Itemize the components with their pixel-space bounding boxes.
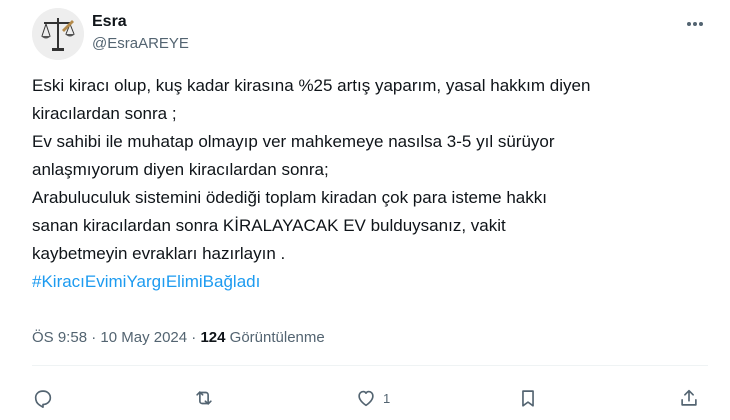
tweet-text: Eski kiracı olup, kuş kadar kirasına %25… [32, 72, 702, 296]
views-label: Görüntülenme [229, 329, 325, 346]
meta-separator: · [191, 329, 197, 346]
tweet-time[interactable]: ÖS 9:58 [32, 329, 87, 346]
action-bar: 1 [32, 380, 708, 416]
more-icon[interactable] [686, 14, 712, 34]
meta-separator: · [91, 329, 97, 346]
display-name[interactable]: Esra [92, 12, 189, 32]
tweet-line: sanan kiracılardan sonra KİRALAYACAK EV … [32, 216, 506, 235]
tweet-line: Eski kiracı olup, kuş kadar kirasına %25… [32, 76, 591, 95]
tweet-header: Esra @EsraAREYE [32, 8, 712, 64]
reply-button[interactable] [32, 380, 54, 416]
handle[interactable]: @EsraAREYE [92, 34, 189, 54]
retweet-button[interactable] [193, 380, 215, 416]
reply-icon [34, 390, 52, 408]
bookmark-icon [522, 390, 534, 407]
scales-of-justice-image [32, 8, 84, 60]
tweet-line: kiracılardan sonra ; [32, 104, 177, 123]
bookmark-button[interactable] [517, 380, 539, 416]
like-count: 1 [383, 390, 391, 406]
views-count: 124 [200, 329, 226, 346]
tweet-line: Ev sahibi ile muhatap olmayıp ver mahkem… [32, 132, 555, 151]
author-names: Esra @EsraAREYE [92, 12, 189, 54]
share-button[interactable] [678, 380, 700, 416]
like-icon [358, 390, 374, 407]
like-button[interactable]: 1 [355, 380, 390, 416]
tweet-meta: ÖS 9:58 · 10 May 2024 · 124 Görüntülenme [32, 328, 325, 348]
divider [32, 365, 708, 366]
tweet-line: anlaşmıyorum diyen kiracılardan sonra; [32, 160, 329, 179]
share-icon [681, 389, 697, 406]
tweet-date[interactable]: 10 May 2024 [100, 329, 187, 346]
avatar[interactable] [32, 8, 84, 60]
tweet-line: Arabuluculuk sistemini ödediği toplam ki… [32, 188, 547, 207]
tweet-line: kaybetmeyin evrakları hazırlayın . [32, 244, 286, 263]
hashtag-link[interactable]: #KiracıEvimiYargıElimiBağladı [32, 268, 702, 296]
retweet-icon [196, 391, 212, 405]
